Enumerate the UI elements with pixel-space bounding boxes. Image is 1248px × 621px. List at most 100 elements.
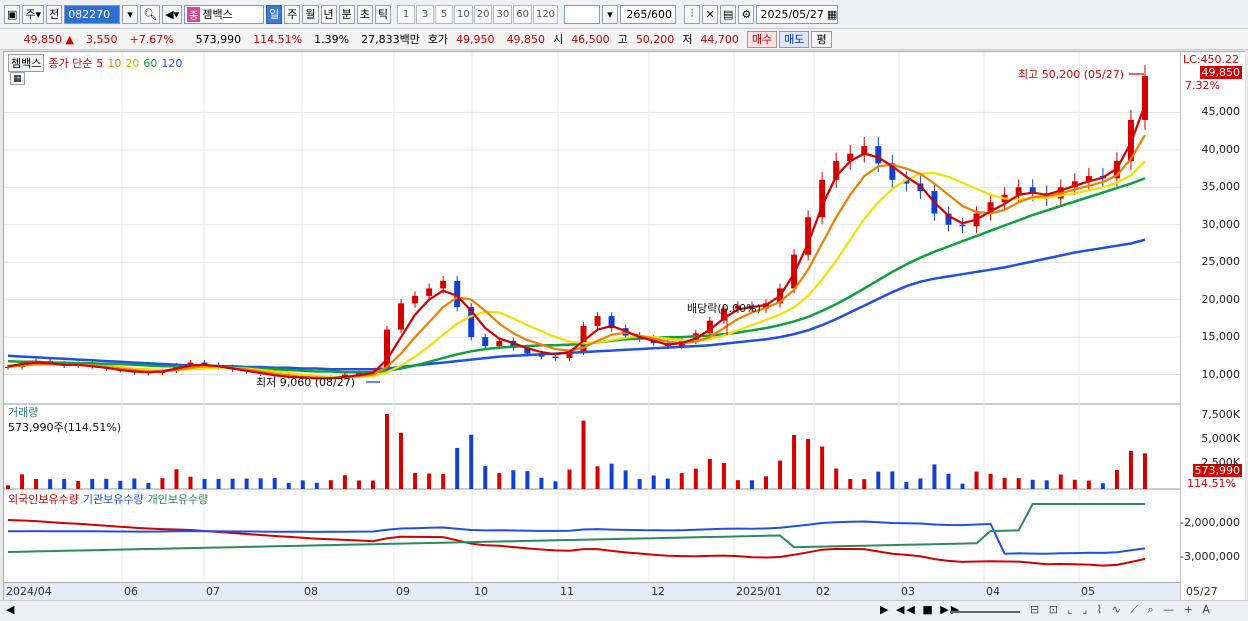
buy-button[interactable]: 매수: [746, 30, 778, 48]
prev-button[interactable]: 전: [46, 4, 63, 24]
bottom-scroll-bar: ◀ ▶ ◀◀ ■ ▶▶ ⊟ ⊡ ⌞ ⌟ ⌇ ∿ ⟋ ⌕ — + A: [0, 600, 1248, 621]
legend-inst: 기관보유수량: [82, 493, 144, 506]
volume-pct-label: 114.51%: [1187, 477, 1236, 490]
x-tick-label: 09: [396, 585, 410, 598]
gear-icon[interactable]: ⚙: [738, 4, 755, 24]
quote-bar: 49,850 ▲ 3,550 +7.67% 573,990 114.51% 1.…: [0, 29, 1248, 50]
stock-name-box[interactable]: 종 젬백스: [184, 4, 265, 24]
dropdown-icon[interactable]: ▾: [122, 4, 139, 24]
holders-legend: 외국인보유수량 기관보유수량 개인보유수량: [8, 491, 208, 507]
x-axis: 2024/04 06 07 08 09 10 11 12 2025/01 02 03 04 05 05/2…: [4, 582, 1218, 600]
volume-bar: [132, 478, 137, 489]
volume-bar: [427, 473, 432, 489]
table-icon[interactable]: ▦: [10, 72, 25, 85]
y-tick-label: 35,000: [1201, 180, 1241, 194]
sell-button[interactable]: 매도: [779, 30, 810, 48]
candle-icon[interactable]: ⫶: [684, 4, 701, 24]
candle-body: [875, 146, 882, 164]
sound-icon[interactable]: ◀▾: [162, 4, 183, 24]
volume-bar: [525, 471, 530, 489]
interval-button-5[interactable]: 5: [435, 4, 454, 24]
market-select[interactable]: 주 ▾: [22, 4, 45, 24]
search-icon[interactable]: 🔍︎: [140, 4, 161, 24]
eval-button[interactable]: 평: [811, 30, 832, 48]
dividend-annotation: 배당락(0.00%): [687, 302, 761, 315]
volume-bar: [1114, 470, 1119, 489]
interval-button-10[interactable]: 10: [454, 4, 473, 24]
dropdown-icon[interactable]: ▾: [602, 4, 619, 24]
period-year-button[interactable]: 년: [320, 4, 337, 24]
volume-bar: [567, 469, 572, 489]
volume-bar: [988, 473, 993, 489]
period-tick-button[interactable]: 틱: [374, 4, 392, 24]
volume-value: 573,990: [195, 32, 242, 46]
volume-tick-label: 5,000K: [1201, 432, 1240, 445]
date-value: 2025/05/27: [760, 7, 824, 21]
high-label: 고: [617, 33, 628, 46]
volume-bar: [34, 478, 39, 489]
period-second-button[interactable]: 초: [356, 4, 373, 24]
count-input[interactable]: 265/600: [620, 4, 677, 24]
volume-bar: [6, 485, 10, 489]
period-day-button[interactable]: 일: [266, 4, 283, 24]
date-input[interactable]: 2025/05/27 ▦: [756, 4, 839, 24]
volume-ratio: 114.51%: [253, 32, 303, 46]
save-icon[interactable]: ▤: [720, 4, 737, 24]
volume-bar: [48, 479, 53, 489]
legend-ma10: 10: [107, 56, 122, 70]
volume-bar: [90, 478, 95, 489]
volume-bar: [637, 478, 642, 489]
zoom-slider[interactable]: [950, 611, 1020, 613]
interval-custom-input[interactable]: [564, 4, 601, 24]
chart-area[interactable]: 젬백스 종가 단순 5 10 20 60 120 ▦ 최고 50,200 (05…: [3, 51, 1245, 600]
volume-bar: [792, 435, 797, 489]
x-tick-label: 08: [304, 585, 318, 598]
calendar-icon[interactable]: ▦: [827, 8, 837, 21]
volume-bar: [820, 446, 825, 489]
candle-body: [594, 316, 601, 326]
interval-button-20[interactable]: 20: [473, 4, 493, 24]
candle-body: [412, 295, 419, 304]
open-label: 시: [553, 33, 564, 46]
legend-stock-name[interactable]: 젬백스: [8, 54, 45, 72]
volume-bar: [230, 478, 235, 489]
volume-bar: [1044, 480, 1049, 489]
volume-bar: [749, 480, 754, 489]
interval-button-60[interactable]: 60: [513, 4, 532, 24]
period-month-button[interactable]: 월: [302, 4, 319, 24]
volume-legend: 거래량: [8, 404, 38, 420]
crosshair-icon[interactable]: ✕: [702, 4, 719, 24]
count-value: 265: [626, 7, 648, 21]
playback-controls[interactable]: ▶ ◀◀ ■ ▶▶: [880, 603, 961, 616]
volume-bar: [202, 479, 207, 489]
interval-button-120[interactable]: 120: [532, 4, 559, 24]
volume-bar: [441, 474, 446, 489]
volume-bar: [1016, 478, 1021, 489]
scroll-left-icon[interactable]: ◀: [6, 603, 14, 616]
volume-bar: [1072, 479, 1077, 489]
legend-ma20: 20: [125, 56, 140, 70]
interval-button-3[interactable]: 3: [416, 4, 435, 24]
ask-value: 49,950: [456, 32, 495, 46]
volume-bar: [1002, 477, 1007, 489]
stock-code-input[interactable]: 082270: [64, 4, 121, 24]
volume-bar: [960, 483, 965, 489]
y-tick-label: 15,000: [1201, 330, 1241, 344]
volume-bar: [399, 432, 404, 489]
interval-button-30[interactable]: 30: [493, 4, 513, 24]
candle-body: [482, 337, 489, 347]
period-week-button[interactable]: 주: [284, 4, 301, 24]
layout-icon[interactable]: ▣: [4, 4, 21, 24]
legend-ma120: 120: [161, 56, 183, 70]
volume-bar: [876, 471, 881, 489]
volume-bar: [539, 477, 544, 489]
volume-bar: [356, 480, 361, 489]
period-minute-button[interactable]: 분: [338, 4, 355, 24]
volume-bar: [188, 476, 193, 489]
volume-bar: [76, 480, 81, 489]
x-tick-label: 2025/01: [736, 585, 782, 598]
x-tick-label: 04: [986, 585, 1000, 598]
drawing-tools[interactable]: ⊟ ⊡ ⌞ ⌟ ⌇ ∿ ⟋ ⌕ — + A: [1030, 603, 1213, 617]
volume-bar: [370, 480, 375, 489]
interval-button-1[interactable]: 1: [397, 4, 416, 24]
